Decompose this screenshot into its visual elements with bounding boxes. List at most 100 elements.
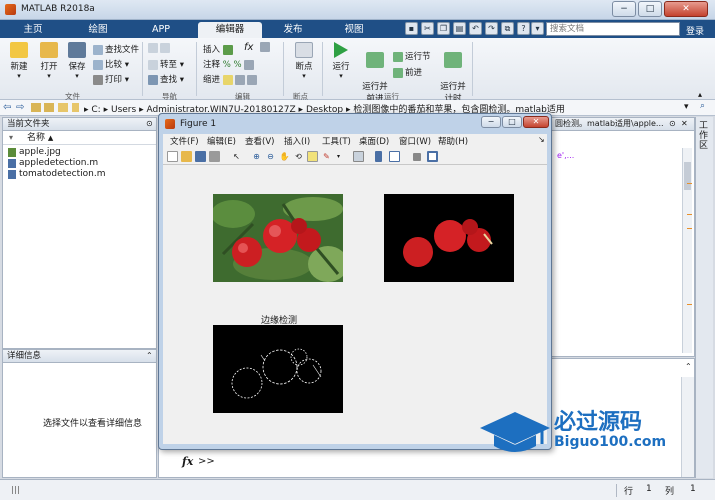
login-link[interactable]: 登录 xyxy=(686,24,704,37)
new-button[interactable]: 新建 ▾ xyxy=(6,42,32,80)
insert-button[interactable]: 插入 xyxy=(203,43,235,55)
menu-insert[interactable]: 插入(I) xyxy=(284,135,310,147)
switch-windows-icon[interactable]: ⧉ xyxy=(501,22,514,35)
warning-marker[interactable] xyxy=(687,183,692,184)
editor-scrollbar[interactable] xyxy=(682,148,692,353)
tab-editor[interactable]: 编辑器 xyxy=(198,22,262,38)
breadcrumb-item[interactable]: C: xyxy=(91,105,100,115)
tab-home[interactable]: 主页 xyxy=(6,22,60,38)
hide-plot-tools-icon[interactable] xyxy=(413,153,421,161)
list-item[interactable]: tomatodetection.m xyxy=(3,169,156,180)
run-button[interactable]: 运行 ▾ xyxy=(328,42,354,80)
breakpoints-button[interactable]: 断点 ▾ xyxy=(291,42,317,80)
open-file-icon[interactable] xyxy=(181,151,192,162)
warning-marker[interactable] xyxy=(687,214,692,215)
search-folder-icon[interactable]: ⌕ xyxy=(700,101,705,111)
colorbar-icon[interactable] xyxy=(375,151,382,162)
close-button[interactable]: ✕ xyxy=(664,1,708,17)
command-prompt[interactable]: >> xyxy=(198,456,215,467)
fx-icon[interactable]: fx xyxy=(244,42,253,53)
figure-close-button[interactable]: ✕ xyxy=(523,116,549,128)
legend-icon[interactable] xyxy=(389,151,400,162)
menu-tools[interactable]: 工具(T) xyxy=(322,135,351,147)
sort-ascending-icon: ▲ xyxy=(47,134,54,142)
new-figure-icon[interactable] xyxy=(167,151,178,162)
find-button[interactable]: 查找 ▾ xyxy=(148,73,184,85)
compare-icon xyxy=(93,59,103,70)
find-files-button[interactable]: 查找文件 xyxy=(93,43,139,55)
paste-icon[interactable]: ▤ xyxy=(453,22,466,35)
show-plot-tools-icon[interactable] xyxy=(427,151,438,162)
dropdown-icon[interactable]: ▾ xyxy=(531,22,544,35)
zoom-in-icon[interactable]: ⊕ xyxy=(251,151,262,162)
indent-button[interactable]: 缩进 xyxy=(203,73,259,85)
save-button[interactable]: 保存 ▾ xyxy=(64,42,90,80)
comment-button[interactable]: 注释 % % xyxy=(203,58,256,70)
menu-view[interactable]: 查看(V) xyxy=(245,135,274,147)
undo-icon[interactable]: ↶ xyxy=(469,22,482,35)
tab-publish[interactable]: 发布 xyxy=(268,22,318,38)
zoom-out-icon[interactable]: ⊖ xyxy=(265,151,276,162)
up-folder-icon[interactable] xyxy=(31,103,41,112)
menu-file[interactable]: 文件(F) xyxy=(170,135,199,147)
function-browser-icon[interactable]: fx xyxy=(182,455,193,468)
copy-icon[interactable]: ❐ xyxy=(437,22,450,35)
cut-icon[interactable]: ✂ xyxy=(421,22,434,35)
redo-icon[interactable]: ↷ xyxy=(485,22,498,35)
browse-folder-icon[interactable] xyxy=(44,103,54,112)
editor-menu-icon[interactable]: ⊙ xyxy=(669,119,676,128)
open-button[interactable]: 打开 ▾ xyxy=(36,42,62,80)
tab-view[interactable]: 视图 xyxy=(328,22,380,38)
tab-plots[interactable]: 绘图 xyxy=(70,22,126,38)
minimize-button[interactable]: − xyxy=(612,1,636,17)
maximize-button[interactable]: □ xyxy=(638,1,662,17)
compare-button[interactable]: 比较 ▾ xyxy=(93,58,129,70)
data-cursor-icon[interactable] xyxy=(307,151,318,162)
figure-minimize-button[interactable]: − xyxy=(481,116,501,128)
menu-window[interactable]: 窗口(W) xyxy=(399,135,431,147)
pointer-icon[interactable]: ↖ xyxy=(231,151,242,162)
print-button[interactable]: 打印 ▾ xyxy=(93,73,129,85)
print-figure-icon[interactable] xyxy=(209,151,220,162)
menu-edit[interactable]: 编辑(E) xyxy=(207,135,236,147)
figure-maximize-button[interactable]: □ xyxy=(502,116,522,128)
save-quick-icon[interactable]: ▪ xyxy=(405,22,418,35)
back-arrow-icon[interactable]: ⇦ xyxy=(3,102,11,113)
menu-desktop[interactable]: 桌面(D) xyxy=(359,135,389,147)
command-scrollbar[interactable] xyxy=(681,377,694,477)
help-icon[interactable]: ? xyxy=(517,22,530,35)
breadcrumb-item[interactable]: Users xyxy=(111,105,136,115)
insert-icon xyxy=(222,44,233,55)
advance-button[interactable]: 前进 xyxy=(393,66,422,78)
run-section-button[interactable]: 运行节 xyxy=(393,50,431,62)
warning-marker[interactable] xyxy=(687,304,692,305)
collapse-ribbon-icon[interactable]: ▴ xyxy=(698,90,702,99)
link-plot-icon[interactable] xyxy=(353,151,364,162)
run-time-button[interactable]: 运行并 计时 xyxy=(438,42,468,104)
column-header[interactable]: 名称 ▲ ▾ xyxy=(3,131,156,145)
editor-close-icon[interactable]: ✕ xyxy=(681,119,688,128)
command-collapse-icon[interactable]: ⌃ xyxy=(685,362,692,371)
insert-function-icon[interactable] xyxy=(260,42,272,53)
search-docs-input[interactable]: 搜索文档 xyxy=(546,22,680,36)
address-dropdown-icon[interactable]: ▾ xyxy=(684,102,689,112)
nav-back-icon[interactable] xyxy=(148,43,172,54)
panel-menu-icon[interactable]: ⊙ xyxy=(146,119,153,128)
column-menu-icon[interactable]: ▾ xyxy=(9,131,13,145)
forward-arrow-icon[interactable]: ⇨ xyxy=(16,102,24,113)
pan-icon[interactable]: ✋ xyxy=(279,151,290,162)
tab-apps[interactable]: APP xyxy=(136,22,186,38)
warning-marker[interactable] xyxy=(687,228,692,229)
brush-dropdown-icon[interactable]: ▾ xyxy=(333,151,344,162)
details-collapse-icon[interactable]: ⌃ xyxy=(146,351,153,360)
menu-help[interactable]: 帮助(H) xyxy=(438,135,468,147)
workspace-tab[interactable]: 工作区 xyxy=(699,121,711,151)
details-title: 详细信息 xyxy=(3,350,156,363)
list-item[interactable]: apple.jpg xyxy=(3,147,156,158)
dock-arrow-icon[interactable]: ↘ xyxy=(538,135,545,144)
goto-button[interactable]: 转至 ▾ xyxy=(148,58,184,70)
save-figure-icon[interactable] xyxy=(195,151,206,162)
list-item[interactable]: appledetection.m xyxy=(3,158,156,169)
brush-icon[interactable]: ✎ xyxy=(321,151,332,162)
rotate-icon[interactable]: ⟲ xyxy=(293,151,304,162)
